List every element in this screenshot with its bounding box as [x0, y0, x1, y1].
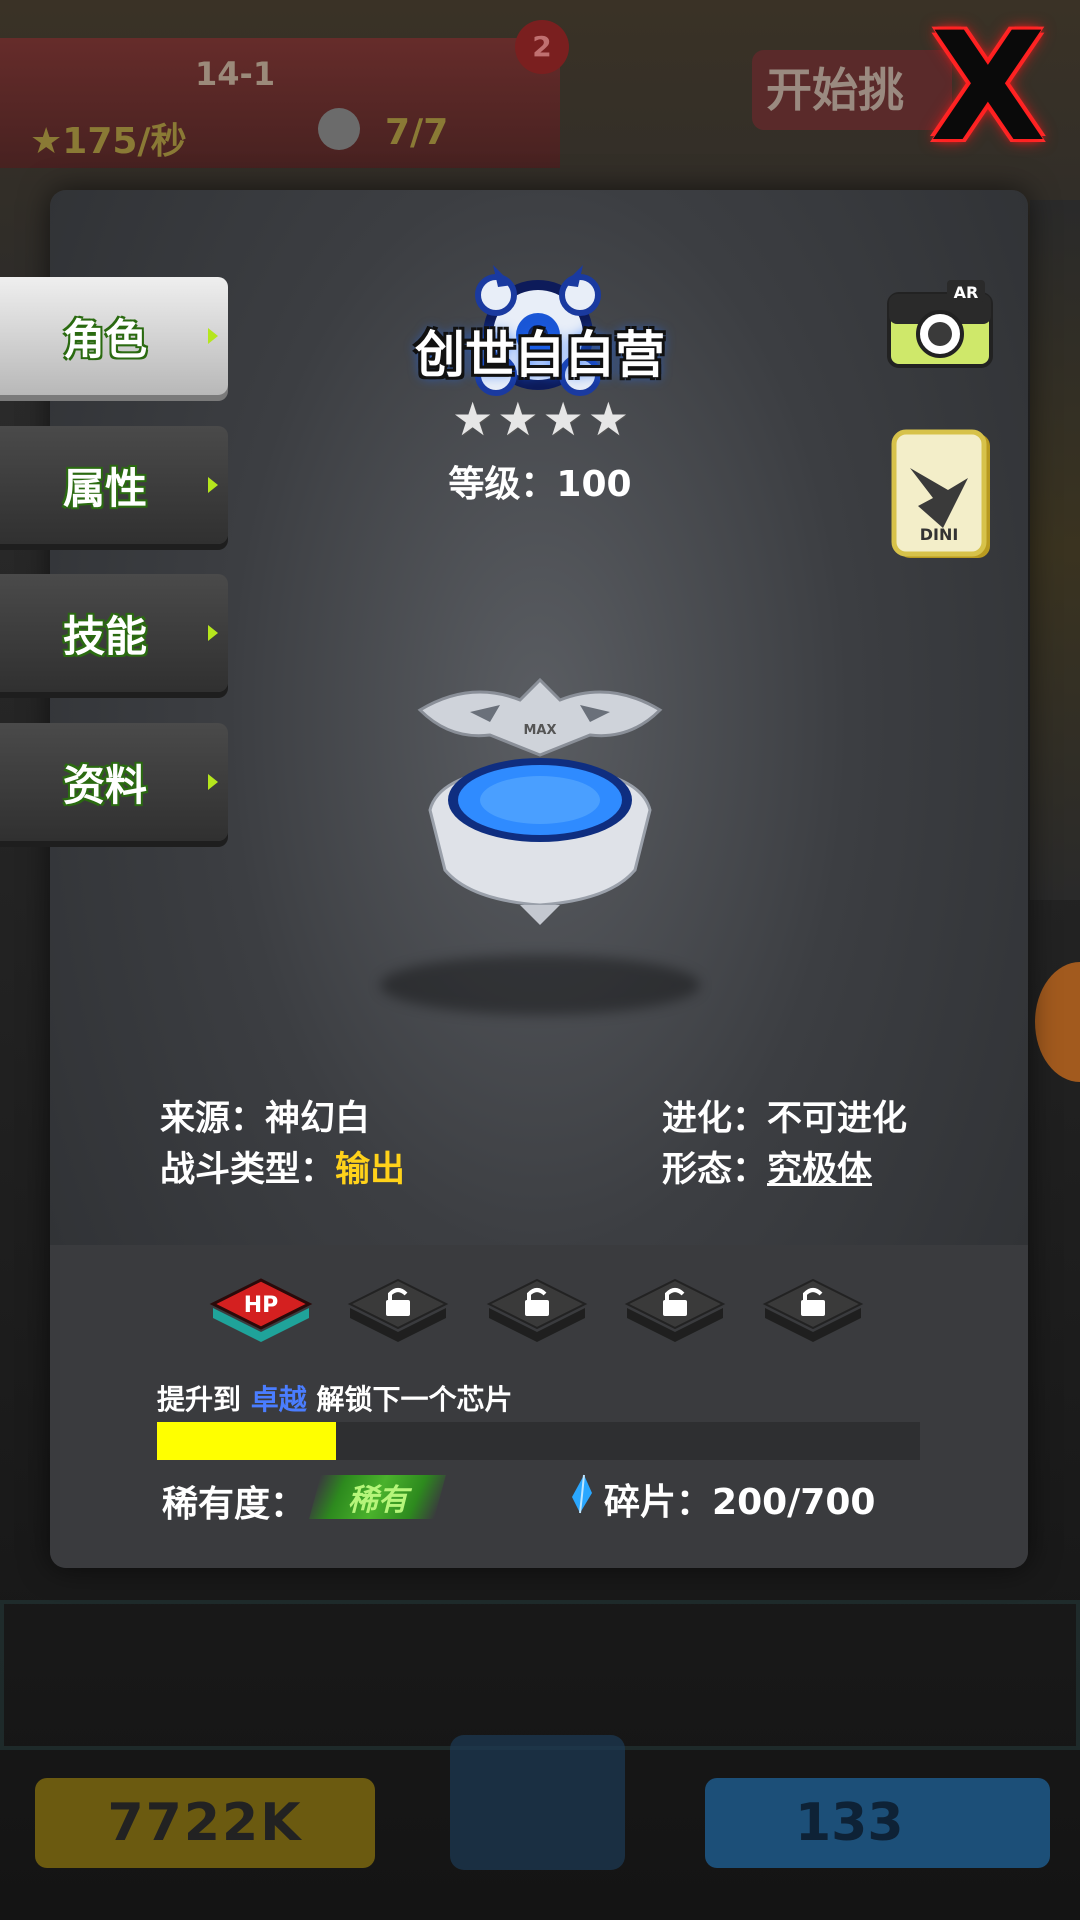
chip-label: HP [244, 1293, 279, 1318]
form-value[interactable]: 究极体 [767, 1150, 872, 1190]
battle-type-row: 战斗类型：输出 [160, 1141, 405, 1192]
unlock-prefix: 提升到 [157, 1383, 251, 1416]
level-value: 100 [556, 464, 632, 505]
upgrade-progress-bar [157, 1422, 920, 1460]
source-label: 来源： [160, 1099, 266, 1139]
arrow-right-icon [208, 625, 218, 641]
background-side-strip [1030, 200, 1080, 900]
notification-badge: 2 [515, 20, 569, 74]
shard-label: 碎片： [604, 1482, 713, 1523]
star-icon: ★ [542, 392, 584, 446]
shard-value: 200/700 [712, 1482, 876, 1523]
character-model: MAX [417, 677, 663, 925]
unlock-suffix: 解锁下一个芯片 [306, 1383, 513, 1416]
evolve-value: 不可进化 [767, 1099, 908, 1139]
ar-camera-button[interactable]: AR [885, 272, 995, 372]
stage-number: 14-1 [195, 55, 276, 93]
background-frame [0, 1600, 1080, 1750]
hp-chip[interactable]: HP [205, 1268, 317, 1344]
star-icon: ★ [587, 392, 629, 446]
model-shadow [380, 955, 700, 1015]
tab-profile[interactable]: 资料 [0, 723, 228, 841]
evolve-row: 进化：不可进化 [662, 1090, 907, 1141]
evolve-label: 进化： [662, 1099, 768, 1139]
locked-chip[interactable] [757, 1268, 869, 1344]
shop-cart-icon [450, 1735, 625, 1870]
star-rating: ★ ★ ★ ★ [452, 396, 629, 442]
unlock-hint: 提升到 卓越 解锁下一个芯片 [157, 1378, 513, 1418]
gem-counter: 133 [705, 1778, 1050, 1868]
model-label: MAX [523, 723, 556, 738]
star-icon: ★ [452, 392, 494, 446]
form-label: 形态： [662, 1150, 768, 1190]
rarity-value: 稀有 [347, 1483, 408, 1518]
arrow-right-icon [208, 774, 218, 790]
orange-bubble-icon [1035, 962, 1080, 1082]
locked-chip[interactable] [481, 1268, 593, 1344]
dini-card-button[interactable]: DINI [888, 428, 998, 563]
unlock-highlight: 卓越 [250, 1383, 307, 1416]
team-slots: 7/7 [385, 112, 449, 153]
paw-icon [318, 108, 360, 150]
tab-skills[interactable]: 技能 [0, 574, 228, 692]
locked-chip[interactable] [342, 1268, 454, 1344]
shard-count: 碎片：200/700 [604, 1473, 875, 1525]
level-label: 等级： [448, 464, 557, 505]
source-row: 来源：神幻白 [160, 1090, 370, 1141]
card-label: DINI [920, 525, 959, 544]
close-button[interactable]: X [918, 13, 1058, 163]
form-row: 形态：究极体 [662, 1141, 872, 1192]
progress-fill [157, 1422, 337, 1460]
tab-label: 资料 [62, 760, 147, 810]
star-rate: ★175/秒 [30, 121, 187, 162]
rarity-label: 稀有度： [162, 1484, 307, 1525]
rarity-badge: 稀有 [309, 1475, 446, 1519]
shard-icon [572, 1474, 592, 1514]
locked-chip[interactable] [619, 1268, 731, 1344]
ar-label: AR [954, 283, 979, 302]
star-icon: ★ [497, 392, 539, 446]
battle-type-label: 战斗类型： [160, 1150, 336, 1190]
source-value: 神幻白 [265, 1099, 371, 1139]
tab-label: 技能 [62, 611, 147, 661]
coin-counter: 7722K [35, 1778, 375, 1868]
battle-type-value: 输出 [335, 1150, 406, 1190]
